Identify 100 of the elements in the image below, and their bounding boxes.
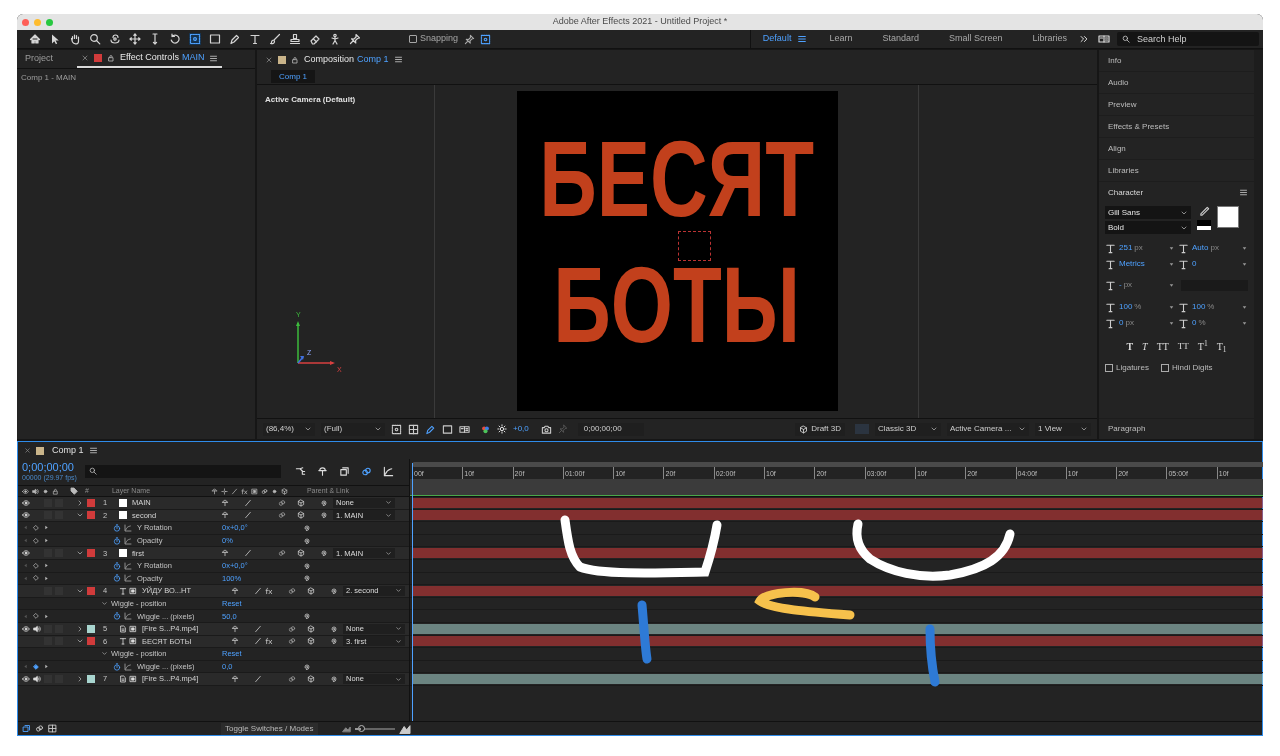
3d-layer-switch-icon[interactable] [307,637,315,646]
rotate-icon[interactable] [169,33,181,45]
zoom-icon[interactable] [89,33,101,45]
graph-icon[interactable] [124,662,132,671]
renderer-dropdown[interactable]: Classic 3D [875,422,941,436]
text-tool-icon[interactable] [249,33,261,45]
keyframe-diamond-icon[interactable] [32,612,40,621]
panel-header[interactable]: Align [1108,142,1126,155]
region-of-interest-icon[interactable] [442,423,453,435]
video-switch-icon[interactable] [22,487,29,495]
quality-switch-icon[interactable] [254,586,262,595]
label-color-swatch[interactable] [87,498,95,507]
motion-blur-switch-icon[interactable] [288,586,296,595]
mask-path-icon[interactable] [425,423,436,435]
eyedropper-icon[interactable] [1198,206,1210,217]
current-time-display[interactable]: 0;00;00;00 [22,461,77,473]
guides-icon[interactable] [459,423,470,435]
y-axis-arrow[interactable] [296,321,300,364]
fast-preview-icon[interactable] [391,423,402,435]
value-field[interactable]: 100 % [1192,301,1238,313]
audio-speaker-icon[interactable] [33,675,41,684]
lock-toggle[interactable] [55,675,63,684]
label-color-swatch[interactable] [87,511,95,520]
3d-layer-switch-icon[interactable] [307,586,315,595]
text-style-button[interactable]: T [1142,339,1148,354]
hand-icon[interactable] [69,33,81,45]
viewer-tab[interactable]: Comp 1 [271,70,315,83]
lock-switch-icon[interactable] [52,487,59,495]
visibility-eye-icon[interactable] [22,549,30,558]
graph-icon[interactable] [124,536,132,545]
graph-editor-icon[interactable] [382,465,394,477]
motion-blur-switch-icon[interactable] [288,675,296,684]
value-field[interactable]: 0 px [1119,317,1165,329]
value-field[interactable]: 0 [1192,258,1238,270]
lock-toggle[interactable] [55,549,63,558]
magnification-dropdown[interactable]: (86,4%) [263,422,315,436]
panel-toggle-icon[interactable] [1097,33,1111,45]
3d-layer-switch-icon[interactable] [280,487,288,495]
motion-blur-icon[interactable] [360,465,372,477]
panel-menu-icon[interactable] [1239,188,1248,197]
text-style-button[interactable]: T [1126,339,1134,354]
panel-menu-icon[interactable] [393,55,403,64]
quality-switch-icon[interactable] [254,675,262,684]
anchor-point-icon[interactable] [189,33,201,45]
adjustment-switch-icon[interactable] [270,487,278,495]
3d-layer-switch-icon[interactable] [297,498,305,507]
effect-switch-icon[interactable] [265,637,273,646]
expand-caret-icon[interactable] [76,675,84,684]
pen-icon[interactable] [229,33,241,45]
camera-view-dropdown[interactable]: Active Camera ... [947,422,1029,436]
3d-layer-switch-icon[interactable] [307,675,315,684]
panel-tab[interactable]: Project [25,50,53,68]
graph-icon[interactable] [124,561,132,570]
x-axis-arrow[interactable] [297,361,335,365]
expand-caret-icon[interactable] [101,600,108,608]
keyframe-diamond-icon[interactable] [32,524,40,532]
snap-grid-icon[interactable] [480,33,492,45]
value-field[interactable]: Metrics [1119,258,1165,270]
zoom-slider-fill[interactable] [354,727,361,730]
workspace-tab[interactable]: Small Screen [948,32,1003,46]
next-keyframe-icon[interactable] [43,612,50,620]
collapse-switch-icon[interactable] [220,487,228,495]
label-color-swatch[interactable] [87,637,95,646]
zoom-in-mountain-icon[interactable] [398,723,411,734]
value-field[interactable]: 0 % [1192,317,1238,329]
close-icon[interactable] [24,447,31,454]
panel-header[interactable]: Paragraph [1108,423,1146,435]
close-icon[interactable] [265,55,273,64]
motion-blur-switch-icon[interactable] [260,487,268,495]
value-field[interactable]: 100 % [1119,301,1165,313]
transfer-controls-icon[interactable] [35,724,44,733]
next-keyframe-icon[interactable] [43,663,50,670]
fast-draft-toggle[interactable] [855,424,869,434]
stopwatch-icon[interactable] [113,561,121,570]
motion-blur-switch-icon[interactable] [278,549,286,558]
puppet-icon[interactable] [329,33,341,45]
snapshot-camera-icon[interactable] [540,423,552,435]
more-chevrons-icon[interactable] [1079,34,1089,44]
transparency-grid-icon[interactable] [408,423,419,435]
solo-toggle[interactable] [44,549,52,558]
value-field[interactable]: - px [1119,279,1165,291]
text-style-button[interactable]: T$^{1}$ [1197,339,1208,354]
graph-icon[interactable] [124,524,132,532]
label-color-swatch[interactable] [87,624,95,633]
workspace-tab[interactable]: Default [762,32,792,46]
z-axis-arrow[interactable] [297,356,304,364]
text-style-button[interactable]: T$_{1}$ [1216,339,1227,354]
value-field[interactable]: Auto px [1192,242,1238,254]
zoom-slider-thumb[interactable] [357,725,365,732]
exposure-value[interactable]: +0,0 [513,423,529,435]
workspace-tab[interactable]: Learn [829,32,853,46]
font-style-dropdown[interactable]: Bold [1105,221,1191,234]
caret-icon[interactable] [1168,281,1175,289]
eraser-icon[interactable] [309,33,321,45]
workspace-tab[interactable]: Libraries [1032,32,1067,46]
panel-header[interactable]: Preview [1108,98,1137,111]
audio-switch-icon[interactable] [32,487,39,495]
workspace-menu-icon[interactable] [797,34,808,44]
lock-toggle[interactable] [55,586,63,595]
value-field[interactable]: 251 px [1119,242,1165,254]
